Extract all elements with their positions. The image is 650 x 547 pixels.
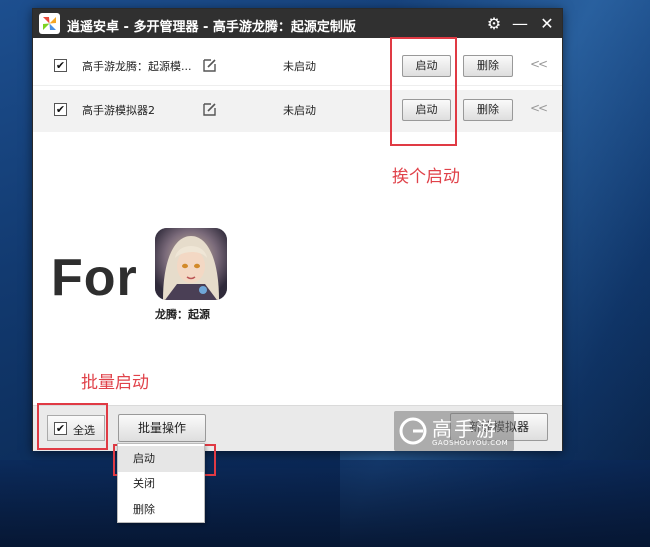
emulator-status: 未启动 bbox=[283, 104, 316, 117]
window-title: 逍遥安卓 - 多开管理器 - 高手游龙腾：起源定制版 bbox=[67, 20, 356, 35]
title-bar[interactable]: 逍遥安卓 - 多开管理器 - 高手游龙腾：起源定制版 ⚙ — ✕ bbox=[33, 9, 562, 38]
highlight-select-all bbox=[37, 403, 108, 450]
menu-item-close[interactable]: 关闭 bbox=[118, 471, 204, 497]
watermark: 高手游 GAOSHOUYOU.COM bbox=[394, 411, 514, 451]
menu-item-delete[interactable]: 删除 bbox=[118, 497, 204, 523]
promo-for-text: For bbox=[51, 249, 138, 307]
delete-button[interactable]: 删除 bbox=[463, 99, 513, 121]
watermark-subtext: GAOSHOUYOU.COM bbox=[432, 439, 509, 447]
collapse-icon[interactable]: << bbox=[530, 101, 548, 115]
collapse-icon[interactable]: << bbox=[530, 57, 548, 71]
minimize-icon[interactable]: — bbox=[510, 14, 530, 34]
watermark-logo-icon bbox=[399, 417, 427, 445]
watermark-text: 高手游 bbox=[432, 417, 498, 441]
edit-icon[interactable] bbox=[203, 101, 217, 120]
annotation-one-by-one-start: 挨个启动 bbox=[392, 167, 460, 187]
delete-button[interactable]: 删除 bbox=[463, 55, 513, 77]
settings-gear-icon[interactable]: ⚙ bbox=[484, 14, 504, 34]
app-logo-icon bbox=[39, 13, 60, 34]
game-icon bbox=[155, 228, 227, 300]
edit-icon[interactable] bbox=[203, 57, 217, 76]
annotation-batch-start: 批量启动 bbox=[81, 373, 149, 393]
emulator-name: 高手游模拟器2 bbox=[82, 104, 155, 117]
row-checkbox[interactable]: ✔ bbox=[54, 59, 67, 72]
menu-item-start[interactable]: 启动 bbox=[118, 446, 204, 472]
batch-operation-button[interactable]: 批量操作 bbox=[118, 414, 206, 442]
emulator-status: 未启动 bbox=[283, 60, 316, 73]
row-checkbox[interactable]: ✔ bbox=[54, 103, 67, 116]
highlight-start-buttons bbox=[390, 37, 457, 146]
emulator-row: ✔ 高手游模拟器2 未启动 启动 删除 << bbox=[33, 90, 562, 132]
emulator-name: 高手游龙腾：起源模... bbox=[82, 60, 192, 73]
desktop-floor bbox=[0, 460, 650, 547]
emulator-row: ✔ 高手游龙腾：起源模... 未启动 启动 删除 << bbox=[33, 46, 562, 86]
batch-operation-menu: 启动 关闭 删除 bbox=[117, 443, 205, 523]
close-icon[interactable]: ✕ bbox=[537, 14, 557, 34]
game-name: 龙腾：起源 bbox=[155, 308, 210, 321]
